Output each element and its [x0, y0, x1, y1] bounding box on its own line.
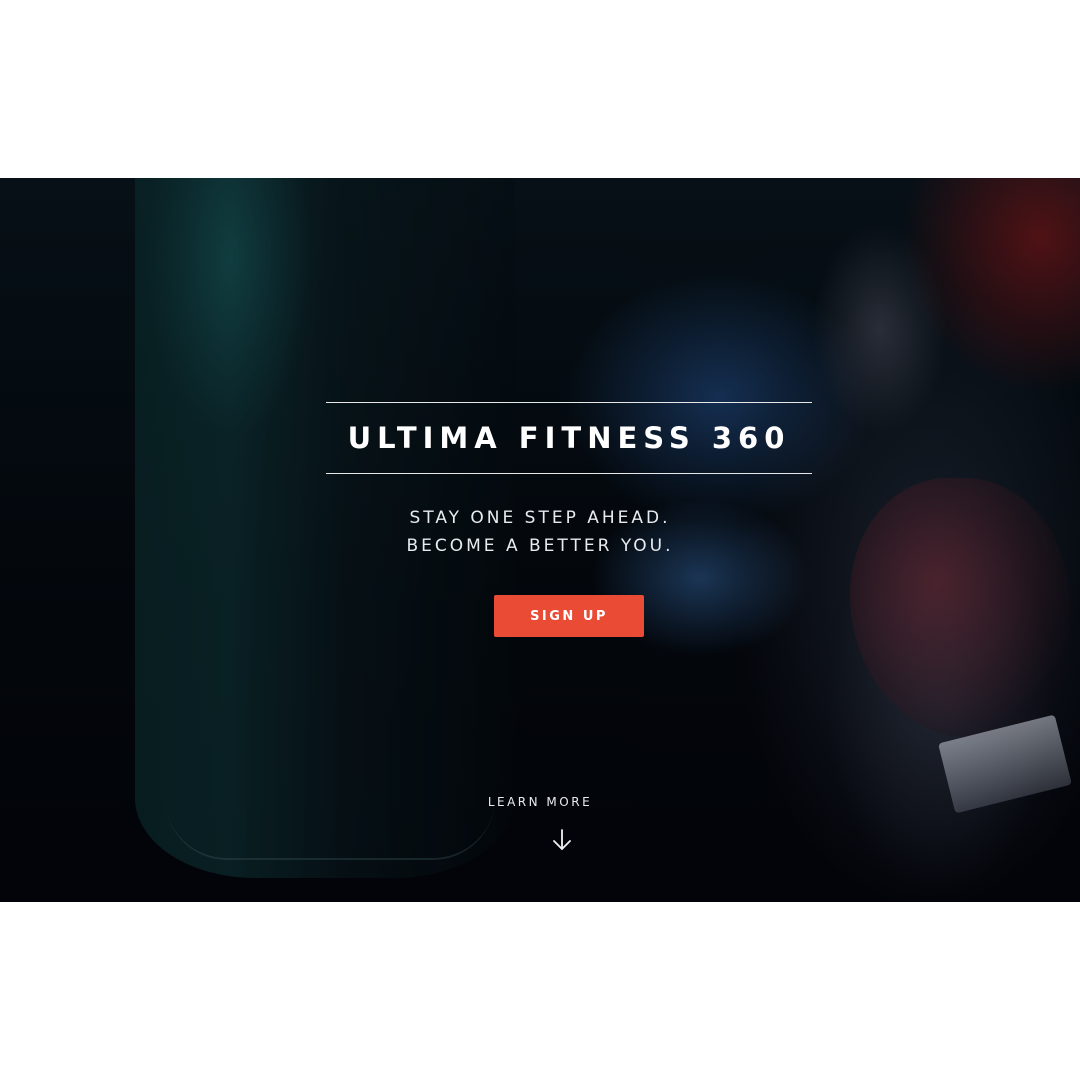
hero-content: ULTIMA FITNESS 360 STAY ONE STEP AHEAD. … — [0, 178, 1080, 902]
learn-more-link[interactable]: LEARN MORE — [0, 795, 1080, 809]
title-block: ULTIMA FITNESS 360 — [326, 402, 812, 474]
sign-up-button[interactable]: SIGN UP — [494, 595, 644, 637]
page: ULTIMA FITNESS 360 STAY ONE STEP AHEAD. … — [0, 0, 1080, 1080]
page-title: ULTIMA FITNESS 360 — [347, 421, 791, 455]
tagline-line-2: BECOME A BETTER YOU. — [406, 536, 674, 556]
arrow-down-icon[interactable] — [551, 828, 573, 852]
tagline-line-1: STAY ONE STEP AHEAD. — [409, 508, 671, 528]
